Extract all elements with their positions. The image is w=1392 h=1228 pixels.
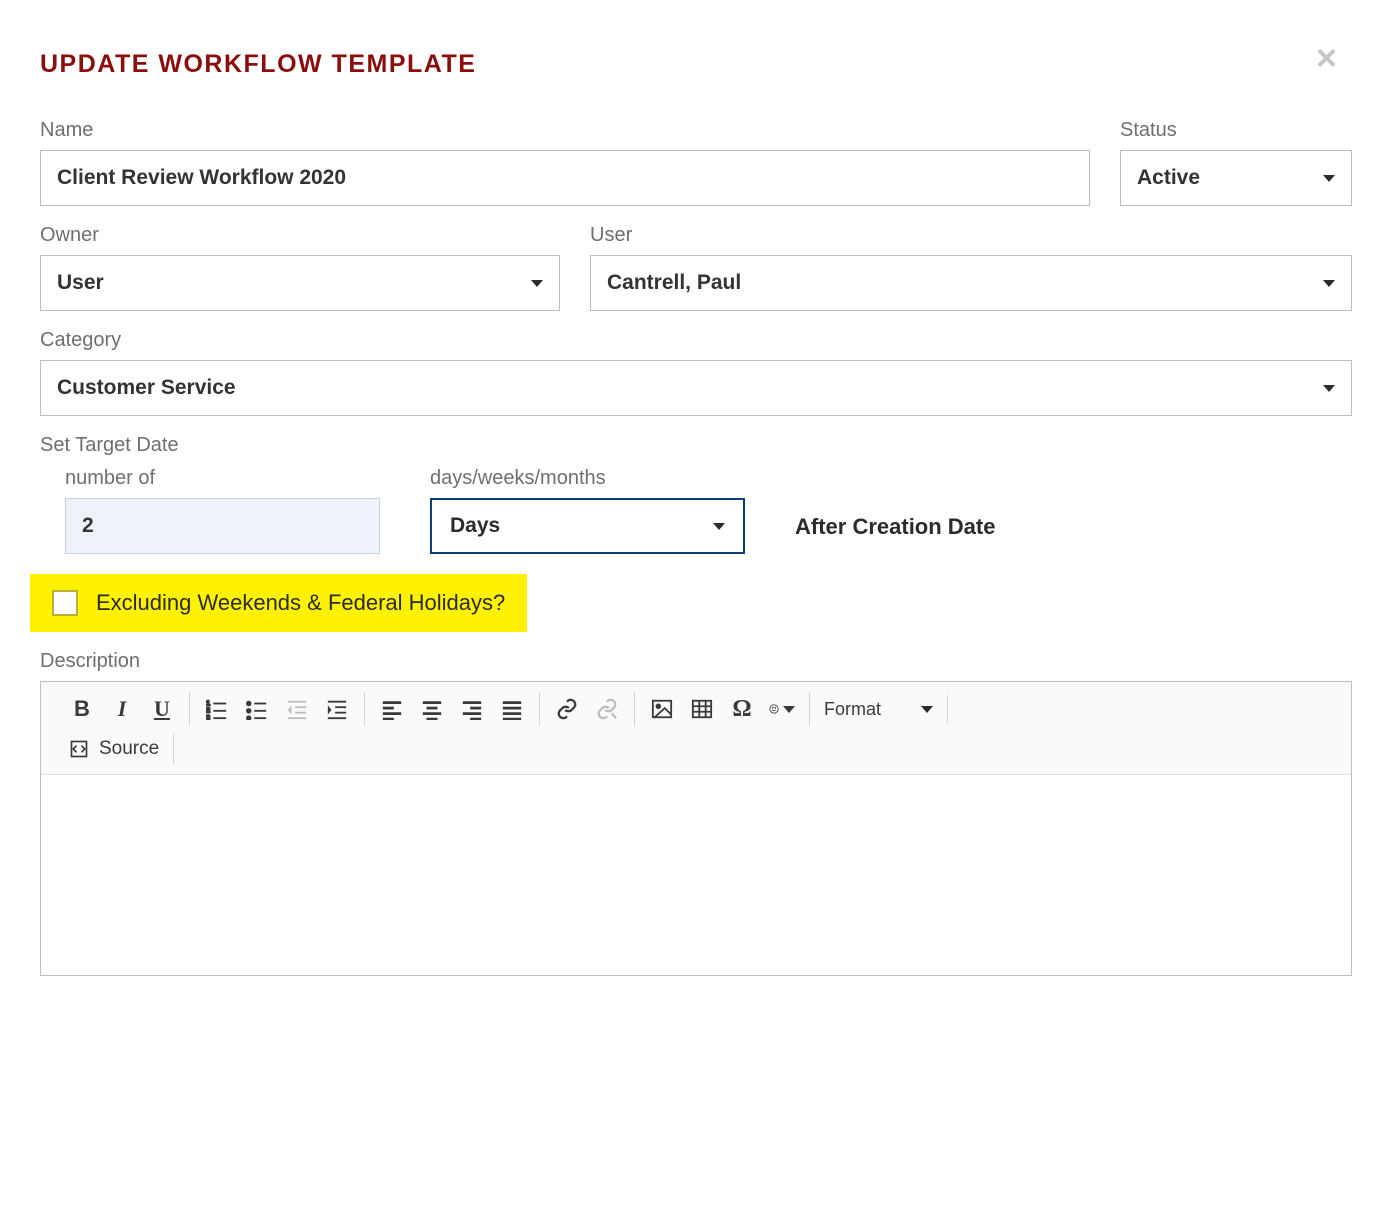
rich-text-editor: B I U 123 <box>40 681 1352 976</box>
category-value: Customer Service <box>57 376 236 400</box>
user-value: Cantrell, Paul <box>607 271 741 295</box>
outdent-button[interactable] <box>284 696 310 722</box>
underline-button[interactable]: U <box>149 696 175 722</box>
status-select[interactable]: Active <box>1120 150 1352 206</box>
svg-text:3: 3 <box>206 713 210 720</box>
format-select[interactable]: Format <box>810 695 947 724</box>
image-button[interactable] <box>649 696 675 722</box>
status-label: Status <box>1120 119 1352 142</box>
after-creation-text: After Creation Date <box>795 514 995 554</box>
close-button[interactable]: × <box>1316 40 1337 76</box>
number-of-input[interactable] <box>65 498 380 554</box>
chevron-down-icon <box>531 280 543 287</box>
editor-toolbar: B I U 123 <box>41 682 1351 775</box>
excluding-row: Excluding Weekends & Federal Holidays? <box>30 574 527 632</box>
ordered-list-button[interactable]: 123 <box>204 696 230 722</box>
emoji-button[interactable] <box>769 696 795 722</box>
dialog-title: UPDATE WORKFLOW TEMPLATE <box>40 50 1352 79</box>
source-label: Source <box>99 738 159 760</box>
unit-label: days/weeks/months <box>430 467 745 490</box>
description-label: Description <box>40 650 1352 673</box>
align-justify-button[interactable] <box>499 696 525 722</box>
owner-label: Owner <box>40 224 560 247</box>
category-label: Category <box>40 329 1352 352</box>
category-select[interactable]: Customer Service <box>40 360 1352 416</box>
table-button[interactable] <box>689 696 715 722</box>
bold-button[interactable]: B <box>69 696 95 722</box>
unit-select[interactable]: Days <box>430 498 745 554</box>
excluding-checkbox[interactable] <box>52 590 78 616</box>
align-center-button[interactable] <box>419 696 445 722</box>
special-char-button[interactable]: Ω <box>729 696 755 722</box>
user-label: User <box>590 224 1352 247</box>
unit-value: Days <box>450 514 500 538</box>
owner-select[interactable]: User <box>40 255 560 311</box>
align-right-button[interactable] <box>459 696 485 722</box>
user-select[interactable]: Cantrell, Paul <box>590 255 1352 311</box>
status-value: Active <box>1137 166 1200 190</box>
italic-button[interactable]: I <box>109 696 135 722</box>
unlink-button[interactable] <box>594 696 620 722</box>
chevron-down-icon <box>713 523 725 530</box>
indent-button[interactable] <box>324 696 350 722</box>
chevron-down-icon <box>921 706 933 713</box>
owner-value: User <box>57 271 104 295</box>
name-input[interactable] <box>40 150 1090 206</box>
chevron-down-icon <box>1323 385 1335 392</box>
name-label: Name <box>40 119 1090 142</box>
link-button[interactable] <box>554 696 580 722</box>
target-date-label: Set Target Date <box>40 434 1352 457</box>
align-left-button[interactable] <box>379 696 405 722</box>
format-label: Format <box>824 699 881 720</box>
description-textarea[interactable] <box>41 775 1351 975</box>
unordered-list-button[interactable] <box>244 696 270 722</box>
chevron-down-icon <box>1323 175 1335 182</box>
chevron-down-icon <box>1323 280 1335 287</box>
number-of-label: number of <box>65 467 380 490</box>
source-button[interactable]: Source <box>69 734 174 764</box>
excluding-label: Excluding Weekends & Federal Holidays? <box>96 590 505 616</box>
